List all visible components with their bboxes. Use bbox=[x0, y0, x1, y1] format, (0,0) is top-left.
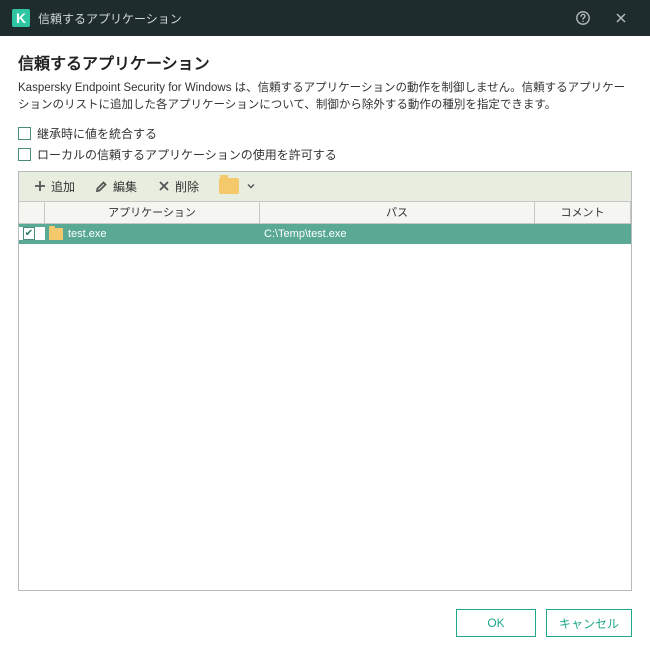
column-comment[interactable]: コメント bbox=[535, 202, 631, 223]
column-path[interactable]: パス bbox=[260, 202, 535, 223]
column-application[interactable]: アプリケーション bbox=[45, 202, 260, 223]
row-path: C:\Temp\test.exe bbox=[264, 228, 347, 240]
allow-local-checkbox[interactable] bbox=[18, 148, 31, 161]
app-logo-icon: K bbox=[12, 9, 30, 27]
folder-icon bbox=[49, 228, 63, 240]
table-row[interactable]: test.exe C:\Temp\test.exe bbox=[19, 224, 631, 244]
chevron-down-icon bbox=[247, 179, 255, 193]
allow-local-checkbox-label: ローカルの信頼するアプリケーションの使用を許可する bbox=[37, 146, 337, 163]
dialog-footer: OK キャンセル bbox=[0, 596, 650, 650]
row-checkbox[interactable] bbox=[23, 227, 35, 240]
inherit-checkbox-label: 継承時に値を統合する bbox=[37, 125, 157, 142]
page-description: Kaspersky Endpoint Security for Windows … bbox=[18, 80, 632, 115]
pencil-icon bbox=[95, 179, 109, 193]
x-icon bbox=[157, 179, 171, 193]
column-checkbox[interactable] bbox=[19, 202, 45, 223]
ok-button[interactable]: OK bbox=[456, 609, 536, 637]
add-button[interactable]: 追加 bbox=[25, 175, 83, 198]
add-button-label: 追加 bbox=[51, 178, 75, 195]
browse-button[interactable] bbox=[211, 175, 263, 197]
edit-button-label: 編集 bbox=[113, 178, 137, 195]
cancel-button[interactable]: キャンセル bbox=[546, 609, 632, 637]
inherit-checkbox[interactable] bbox=[18, 127, 31, 140]
delete-button-label: 削除 bbox=[175, 178, 199, 195]
folder-icon bbox=[219, 178, 239, 194]
delete-button[interactable]: 削除 bbox=[149, 175, 207, 198]
edit-button[interactable]: 編集 bbox=[87, 175, 145, 198]
titlebar: K 信頼するアプリケーション bbox=[0, 0, 650, 36]
table-toolbar: 追加 編集 削除 bbox=[19, 172, 631, 202]
help-button[interactable] bbox=[566, 0, 600, 36]
table-body: test.exe C:\Temp\test.exe bbox=[19, 224, 631, 590]
page-title: 信頼するアプリケーション bbox=[18, 50, 632, 74]
applications-table: 追加 編集 削除 アプリケーション パス コメント bbox=[18, 171, 632, 591]
plus-icon bbox=[33, 179, 47, 193]
row-app-name: test.exe bbox=[68, 228, 107, 240]
table-header: アプリケーション パス コメント bbox=[19, 202, 631, 224]
window-title: 信頼するアプリケーション bbox=[38, 10, 566, 27]
close-button[interactable] bbox=[604, 0, 638, 36]
